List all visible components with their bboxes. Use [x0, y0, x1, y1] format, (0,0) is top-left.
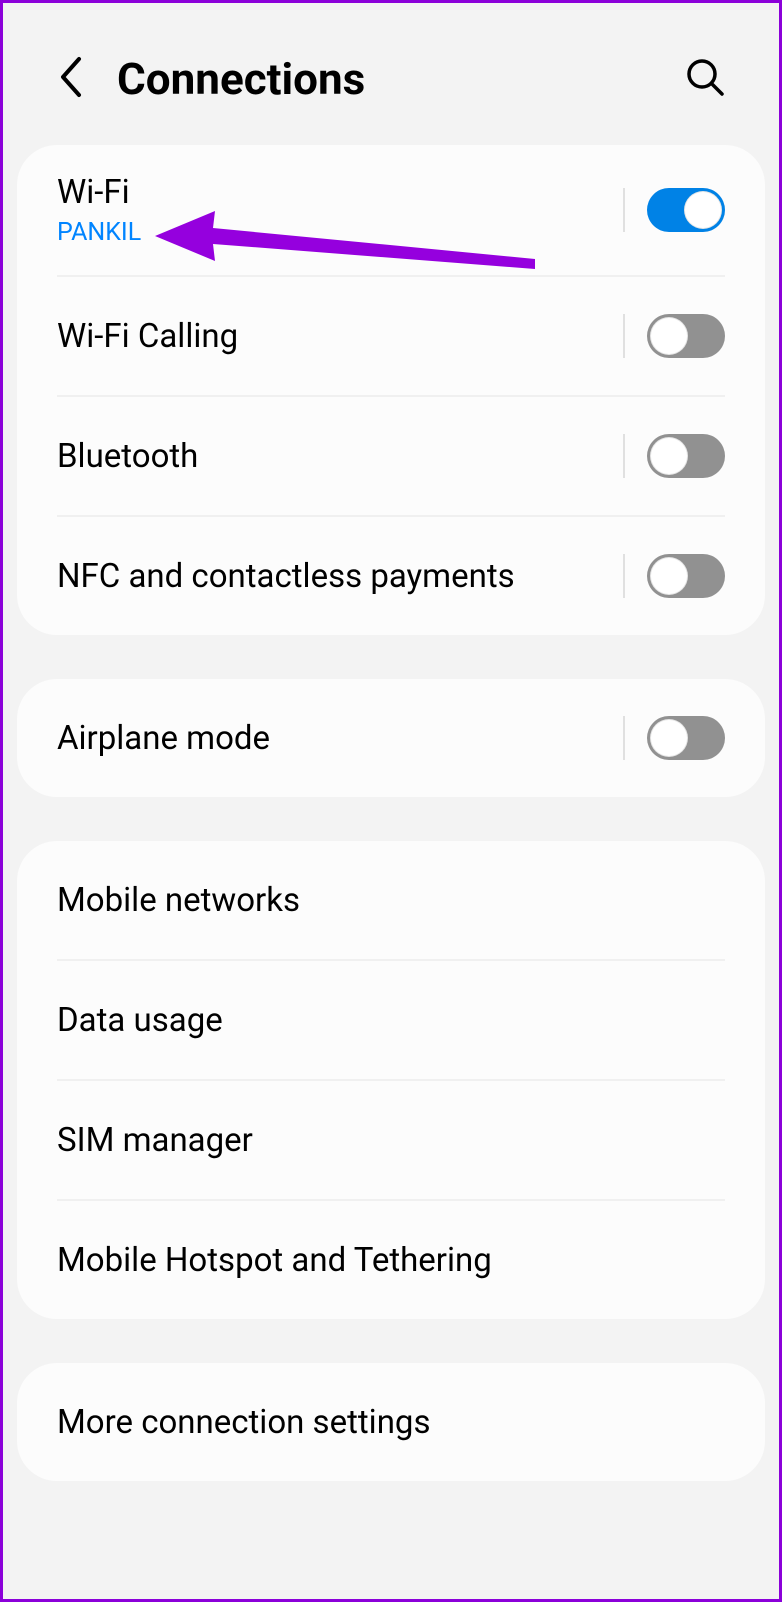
connections-card-2: Airplane mode: [17, 679, 765, 797]
wifi-calling-toggle[interactable]: [647, 314, 725, 358]
wifi-toggle-group: [623, 188, 725, 232]
vertical-divider: [623, 554, 625, 598]
wifi-calling-toggle-group: [623, 314, 725, 358]
connections-card-4: More connection settings: [17, 1363, 765, 1481]
nfc-title: NFC and contactless payments: [57, 557, 515, 596]
wifi-calling-row[interactable]: Wi-Fi Calling: [17, 277, 765, 395]
connections-card-3: Mobile networks Data usage SIM manager M…: [17, 841, 765, 1319]
airplane-mode-toggle-group: [623, 716, 725, 760]
more-connection-settings-row[interactable]: More connection settings: [17, 1363, 765, 1481]
header-left: Connections: [57, 53, 365, 105]
wifi-toggle[interactable]: [647, 188, 725, 232]
nfc-toggle[interactable]: [647, 554, 725, 598]
vertical-divider: [623, 716, 625, 760]
search-icon[interactable]: [685, 57, 725, 101]
airplane-mode-title: Airplane mode: [57, 719, 270, 758]
header: Connections: [3, 3, 779, 145]
nfc-label-group: NFC and contactless payments: [57, 557, 515, 596]
back-icon[interactable]: [57, 55, 85, 103]
wifi-calling-label-group: Wi-Fi Calling: [57, 317, 238, 356]
wifi-row[interactable]: Wi-Fi PANKIL: [17, 145, 765, 275]
data-usage-title: Data usage: [57, 1001, 223, 1040]
more-connection-settings-title: More connection settings: [57, 1403, 431, 1442]
airplane-mode-row[interactable]: Airplane mode: [17, 679, 765, 797]
nfc-row[interactable]: NFC and contactless payments: [17, 517, 765, 635]
sim-manager-label-group: SIM manager: [57, 1121, 253, 1160]
bluetooth-toggle-group: [623, 434, 725, 478]
sim-manager-row[interactable]: SIM manager: [17, 1081, 765, 1199]
bluetooth-row[interactable]: Bluetooth: [17, 397, 765, 515]
data-usage-label-group: Data usage: [57, 1001, 223, 1040]
hotspot-tethering-title: Mobile Hotspot and Tethering: [57, 1241, 492, 1280]
mobile-networks-label-group: Mobile networks: [57, 881, 300, 920]
mobile-networks-title: Mobile networks: [57, 881, 300, 920]
connections-card-1: Wi-Fi PANKIL Wi-Fi Calling Bluetooth NFC…: [17, 145, 765, 635]
sim-manager-title: SIM manager: [57, 1121, 253, 1160]
wifi-title: Wi-Fi: [57, 173, 141, 212]
mobile-networks-row[interactable]: Mobile networks: [17, 841, 765, 959]
airplane-mode-toggle[interactable]: [647, 716, 725, 760]
vertical-divider: [623, 314, 625, 358]
data-usage-row[interactable]: Data usage: [17, 961, 765, 1079]
hotspot-tethering-row[interactable]: Mobile Hotspot and Tethering: [17, 1201, 765, 1319]
more-connection-settings-label-group: More connection settings: [57, 1403, 431, 1442]
wifi-calling-title: Wi-Fi Calling: [57, 317, 238, 356]
nfc-toggle-group: [623, 554, 725, 598]
airplane-mode-label-group: Airplane mode: [57, 719, 270, 758]
wifi-subtitle: PANKIL: [57, 218, 141, 247]
vertical-divider: [623, 434, 625, 478]
bluetooth-title: Bluetooth: [57, 437, 198, 476]
hotspot-tethering-label-group: Mobile Hotspot and Tethering: [57, 1241, 492, 1280]
bluetooth-label-group: Bluetooth: [57, 437, 198, 476]
wifi-label-group: Wi-Fi PANKIL: [57, 173, 141, 247]
bluetooth-toggle[interactable]: [647, 434, 725, 478]
page-title: Connections: [117, 53, 365, 105]
vertical-divider: [623, 188, 625, 232]
